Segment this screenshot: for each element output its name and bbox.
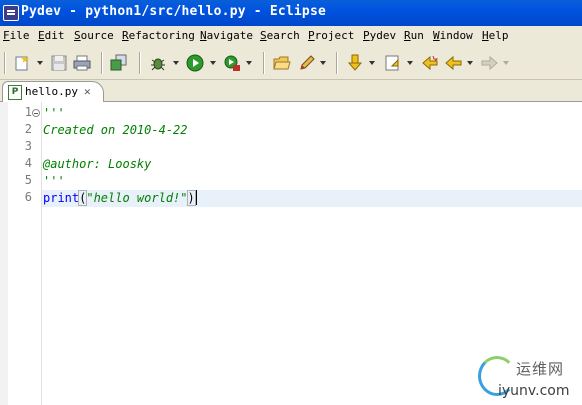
watermark-url: iyunv.com <box>498 383 570 399</box>
menu-source[interactable]: Source <box>74 29 114 42</box>
editor-tab-bar: P hello.py ✕ <box>0 80 582 102</box>
line-number: 2 <box>24 122 32 136</box>
tab-label: hello.py <box>25 85 78 98</box>
watermark-brand: 运维网 <box>516 360 565 378</box>
line-number: 1 <box>24 105 32 119</box>
line-number: 4 <box>24 156 32 170</box>
main-toolbar <box>0 46 582 80</box>
debug-dropdown-arrow[interactable] <box>173 61 179 65</box>
window-titlebar[interactable]: Pydev - python1/src/hello.py - Eclipse <box>0 0 582 26</box>
code-line-6[interactable]: print("hello world!") <box>43 190 197 207</box>
eclipse-app-icon <box>3 5 19 21</box>
toolbar-separator <box>139 52 141 74</box>
menu-bar: File Edit Source Refactoring Navigate Se… <box>0 26 582 46</box>
menu-navigate[interactable]: Navigate <box>200 29 253 42</box>
menu-refactoring[interactable]: Refactoring <box>122 29 195 42</box>
menu-edit[interactable]: Edit <box>38 29 65 42</box>
forward-dropdown-arrow[interactable] <box>503 61 509 65</box>
code-line-2[interactable]: Created on 2010-4-22 <box>43 122 188 139</box>
run-dropdown-arrow[interactable] <box>210 61 216 65</box>
pencil-icon[interactable] <box>298 54 316 72</box>
previous-annotation-icon[interactable] <box>384 54 402 72</box>
toolbar-separator <box>263 52 265 74</box>
pencil-dropdown-arrow[interactable] <box>320 61 326 65</box>
site-watermark: 运维网 iyunv.com <box>478 348 582 405</box>
run-icon[interactable] <box>186 54 204 72</box>
line-number: 6 <box>24 190 32 204</box>
text-caret <box>195 190 197 205</box>
line-number: 5 <box>24 173 32 187</box>
fold-collapse-icon[interactable] <box>32 109 40 117</box>
line-number-gutter: 1 2 3 4 5 6 <box>0 102 42 405</box>
previous-annotation-dropdown-arrow[interactable] <box>407 61 413 65</box>
menu-run[interactable]: Run <box>404 29 424 42</box>
print-icon[interactable] <box>73 54 91 72</box>
save-icon[interactable] <box>50 54 68 72</box>
debug-icon[interactable] <box>149 54 167 72</box>
menu-file[interactable]: File <box>3 29 30 42</box>
tab-hello-py[interactable]: P hello.py ✕ <box>2 81 104 102</box>
new-dropdown-arrow[interactable] <box>37 61 43 65</box>
menu-search[interactable]: Search <box>260 29 300 42</box>
menu-pydev[interactable]: Pydev <box>363 29 396 42</box>
external-tools-icon[interactable] <box>223 54 241 72</box>
line-number: 3 <box>24 139 32 153</box>
toolbar-separator <box>101 52 103 74</box>
string-literal: "hello world!" <box>86 191 188 205</box>
keyword-print: print <box>43 191 80 205</box>
annotation-ruler <box>0 102 8 405</box>
external-tools-dropdown-arrow[interactable] <box>246 61 252 65</box>
next-annotation-icon[interactable] <box>346 54 364 72</box>
pydev-perspective-icon[interactable] <box>110 54 128 72</box>
last-edit-icon[interactable] <box>421 54 439 72</box>
toolbar-separator <box>4 52 6 74</box>
code-line-4[interactable]: @author: Loosky <box>43 156 151 173</box>
back-icon[interactable] <box>445 54 463 72</box>
menu-help[interactable]: Help <box>482 29 509 42</box>
close-icon[interactable]: ✕ <box>84 85 91 98</box>
code-line-5[interactable]: ''' <box>43 173 65 190</box>
code-line-1[interactable]: ''' <box>43 105 65 122</box>
open-folder-icon[interactable] <box>273 54 291 72</box>
next-annotation-dropdown-arrow[interactable] <box>369 61 375 65</box>
new-icon[interactable] <box>14 54 32 72</box>
menu-project[interactable]: Project <box>308 29 354 42</box>
window-title: Pydev - python1/src/hello.py - Eclipse <box>21 4 327 19</box>
toolbar-separator <box>336 52 338 74</box>
back-dropdown-arrow[interactable] <box>467 61 473 65</box>
close-paren: ) <box>186 190 196 206</box>
menu-window[interactable]: Window <box>433 29 473 42</box>
forward-icon[interactable] <box>480 54 498 72</box>
python-file-icon: P <box>8 85 22 100</box>
